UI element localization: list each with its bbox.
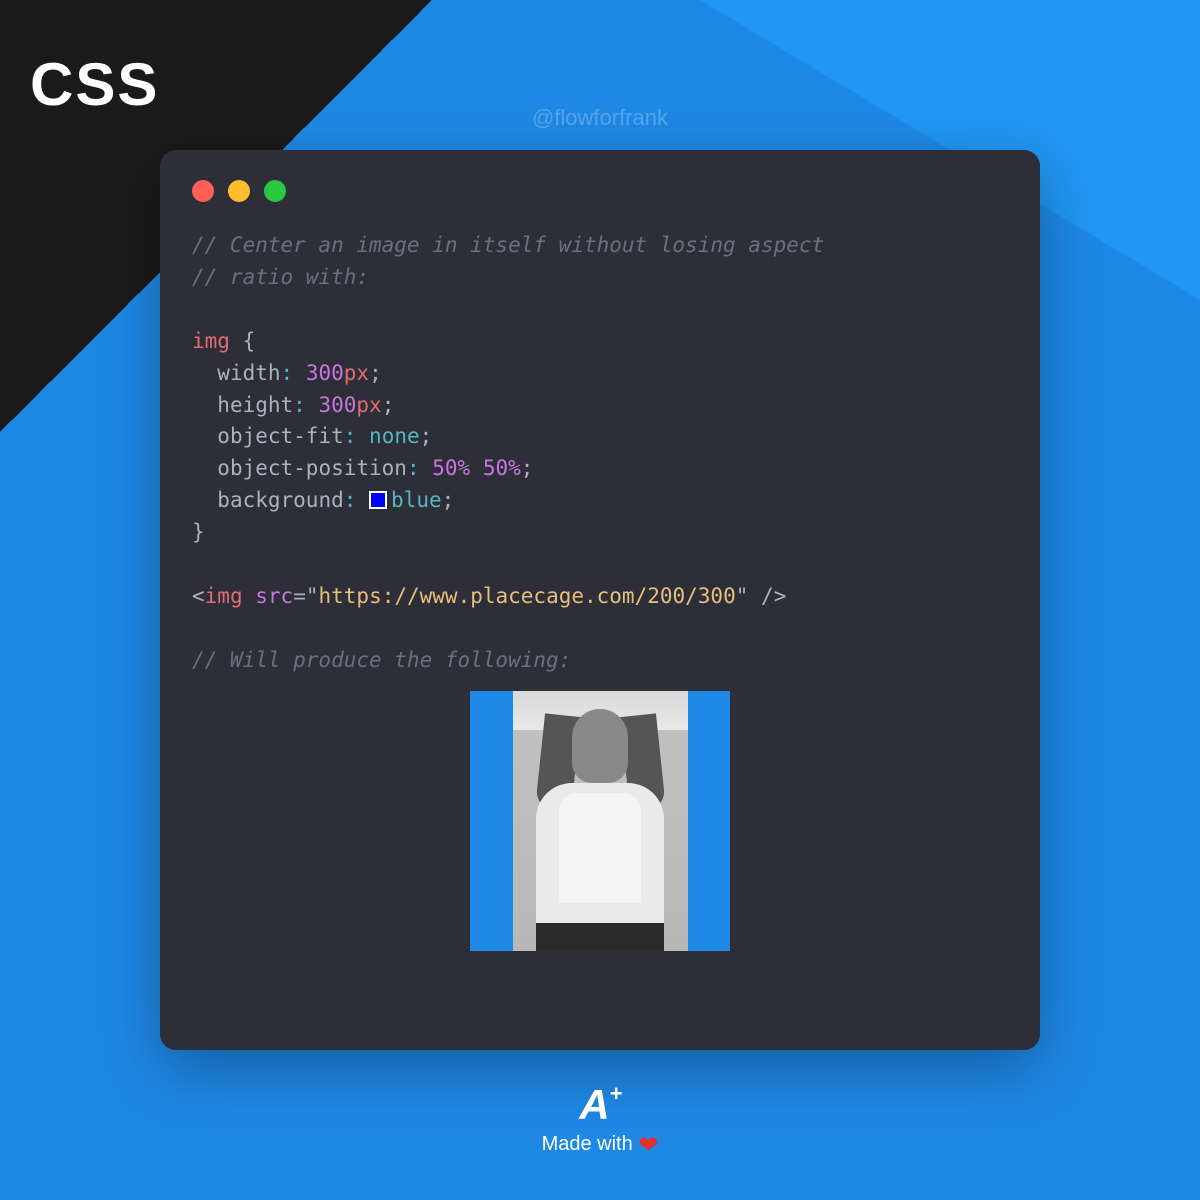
code-bracket: < xyxy=(192,584,205,608)
code-comment: // Will produce the following: xyxy=(192,648,571,672)
author-handle: @flowforfrank xyxy=(532,105,668,131)
code-property: background xyxy=(217,488,343,512)
code-semi: ; xyxy=(521,456,534,480)
code-value: 50% xyxy=(432,456,470,480)
code-selector: img xyxy=(192,329,230,353)
code-quote: " xyxy=(736,584,749,608)
heart-icon: ❤ xyxy=(638,1132,658,1159)
code-tag: img xyxy=(205,584,243,608)
code-semi: ; xyxy=(382,393,395,417)
code-brace: { xyxy=(243,329,256,353)
code-semi: ; xyxy=(369,361,382,385)
code-brace: } xyxy=(192,520,205,544)
code-comment: // Center an image in itself without los… xyxy=(192,233,824,257)
code-unit: px xyxy=(356,393,381,417)
close-icon xyxy=(192,180,214,202)
code-window: // Center an image in itself without los… xyxy=(160,150,1040,1050)
code-value: none xyxy=(369,424,420,448)
footer-logo: A+ xyxy=(579,1081,620,1129)
color-swatch-icon xyxy=(369,491,387,509)
window-controls xyxy=(192,180,1008,202)
code-colon: : xyxy=(407,456,420,480)
result-frame xyxy=(470,691,730,951)
code-colon: : xyxy=(344,424,357,448)
code-quote: " xyxy=(306,584,319,608)
code-semi: ; xyxy=(442,488,455,512)
code-number: 300 xyxy=(318,393,356,417)
code-semi: ; xyxy=(420,424,433,448)
code-unit: px xyxy=(344,361,369,385)
minimize-icon xyxy=(228,180,250,202)
code-colon: : xyxy=(344,488,357,512)
code-value: blue xyxy=(391,488,442,512)
code-property: object-fit xyxy=(217,424,343,448)
footer-text: Made with ❤ xyxy=(542,1131,659,1160)
made-with-text: Made with xyxy=(542,1133,633,1155)
code-property: width xyxy=(217,361,280,385)
code-number: 300 xyxy=(306,361,344,385)
code-colon: : xyxy=(281,361,294,385)
code-property: height xyxy=(217,393,293,417)
code-value: 50% xyxy=(483,456,521,480)
css-badge: CSS xyxy=(30,50,159,119)
code-colon: : xyxy=(293,393,306,417)
code-comment: // ratio with: xyxy=(192,265,369,289)
code-eq: = xyxy=(293,584,306,608)
code-string: https://www.placecage.com/200/300 xyxy=(319,584,736,608)
code-attr: src xyxy=(255,584,293,608)
result-photo xyxy=(513,691,688,951)
logo-letter: A xyxy=(579,1081,607,1128)
footer: A+ Made with ❤ xyxy=(542,1081,659,1160)
maximize-icon xyxy=(264,180,286,202)
code-property: object-position xyxy=(217,456,407,480)
logo-plus: + xyxy=(610,1081,621,1106)
result-preview xyxy=(192,691,1008,951)
code-block: // Center an image in itself without los… xyxy=(192,230,1008,677)
code-bracket: /> xyxy=(761,584,786,608)
